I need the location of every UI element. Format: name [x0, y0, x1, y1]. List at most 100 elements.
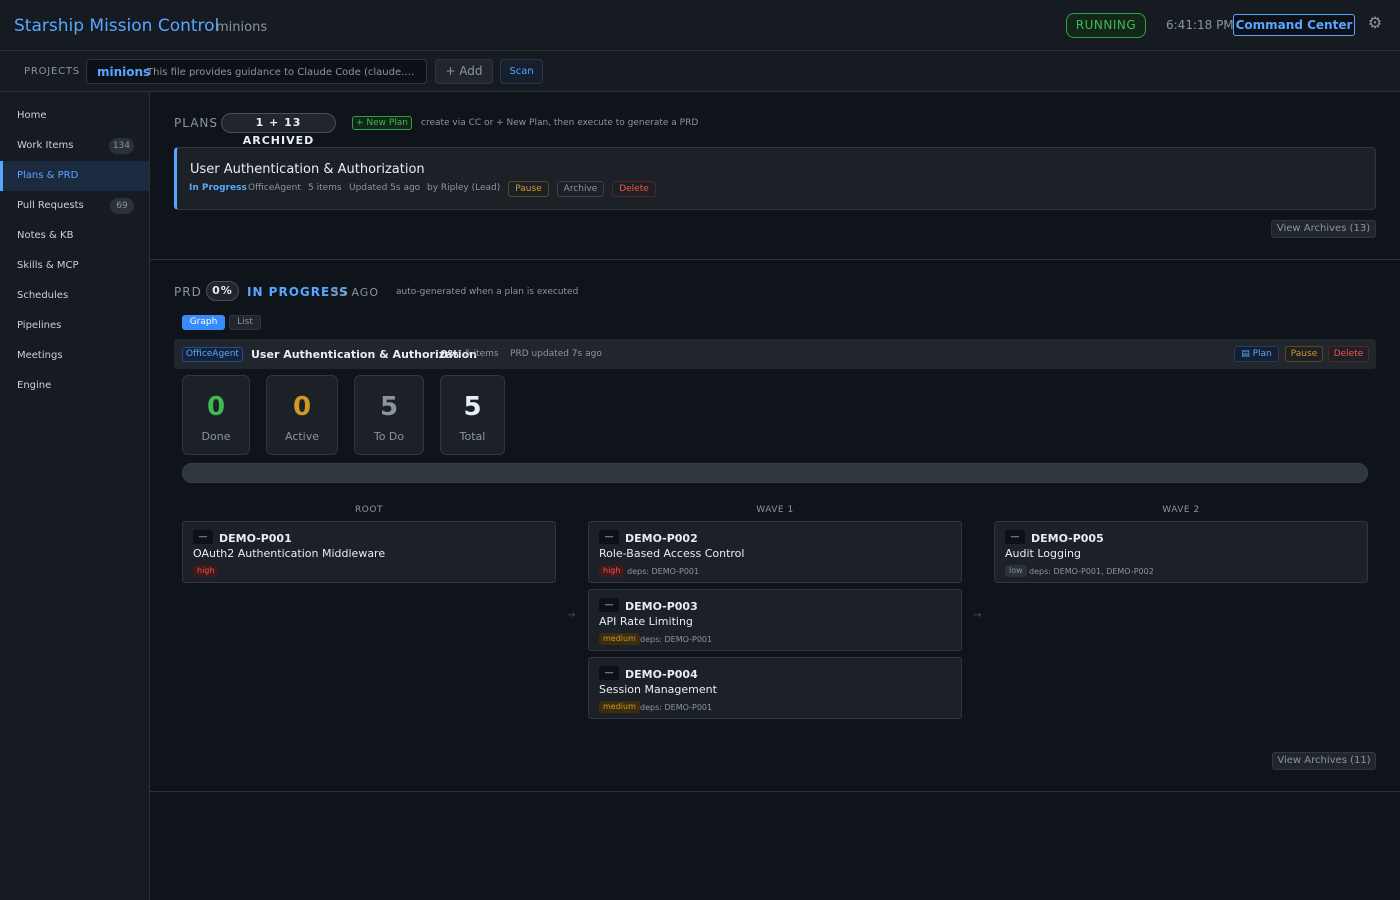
project-chip-description: This file provides guidance to Claude Co… [147, 67, 419, 78]
project-chip-name: minions [97, 65, 151, 79]
sidebar-item-label: Skills & MCP [17, 260, 79, 271]
priority-badge: high [599, 565, 625, 577]
work-item-title: API Rate Limiting [599, 615, 693, 628]
sidebar-item-engine[interactable]: Engine [0, 371, 149, 401]
stat-value: 5 [379, 392, 399, 422]
status-toggle-icon[interactable]: — [193, 530, 213, 544]
wave-label-wave-1: WAVE 1 [756, 505, 794, 515]
sidebar-item-pull-requests[interactable]: Pull Requests 69 [0, 191, 149, 221]
work-item-card[interactable]: — DEMO-P004 Session Management medium de… [588, 657, 962, 719]
stat-label: To Do [373, 430, 405, 443]
arrow-icon: → [973, 610, 982, 621]
project-chip[interactable]: minions This file provides guidance to C… [86, 59, 427, 84]
work-item-deps: deps: DEMO-P001 [627, 567, 700, 576]
sidebar-item-label: Pull Requests [17, 200, 84, 211]
status-toggle-icon[interactable]: — [599, 666, 619, 680]
priority-badge: medium [599, 633, 640, 645]
prd-agent-tag: OfficeAgent [182, 347, 243, 362]
plan-agent: OfficeAgent [248, 183, 301, 193]
plan-title: User Authentication & Authorization [190, 162, 425, 177]
gear-icon[interactable]: ⚙ [1366, 14, 1384, 32]
sidebar-item-pipelines[interactable]: Pipelines [0, 311, 149, 341]
work-item-title: Role-Based Access Control [599, 547, 745, 560]
prd-bar-percent: 0% [440, 348, 459, 361]
priority-badge: low [1005, 565, 1027, 577]
work-item-card[interactable]: — DEMO-P002 Role-Based Access Control hi… [588, 521, 962, 583]
prd-delete-button[interactable]: Delete [1328, 346, 1369, 362]
work-item-deps: deps: DEMO-P001 [640, 703, 713, 712]
status-toggle-icon[interactable]: — [1005, 530, 1025, 544]
engine-status-badge: RUNNING [1066, 13, 1146, 38]
sidebar-item-label: Plans & PRD [17, 170, 79, 181]
status-toggle-icon[interactable]: — [599, 598, 619, 612]
clock: 6:41:18 PM [1166, 18, 1234, 32]
sidebar-item-label: Work Items [17, 140, 74, 151]
sidebar-item-label: Home [17, 110, 47, 121]
stat-total: 5 Total [440, 375, 505, 455]
section-divider [150, 259, 1400, 260]
work-item-deps: deps: DEMO-P001, DEMO-P002 [1029, 567, 1154, 576]
sidebar-item-notes-kb[interactable]: Notes & KB [0, 221, 149, 251]
work-item-id: DEMO-P004 [625, 668, 698, 681]
plans-section-label: PLANS [174, 116, 218, 130]
work-item-card[interactable]: — DEMO-P003 API Rate Limiting medium dep… [588, 589, 962, 651]
prd-pause-button[interactable]: Pause [1285, 346, 1323, 362]
sidebar: Home Work Items 134 Plans & PRD Pull Req… [0, 92, 150, 900]
sidebar-item-work-items[interactable]: Work Items 134 [0, 131, 149, 161]
plan-owner: by Ripley (Lead) [427, 183, 501, 193]
app-title[interactable]: Starship Mission Control [14, 16, 219, 36]
sidebar-item-label: Engine [17, 380, 52, 391]
work-item-id: DEMO-P002 [625, 532, 698, 545]
work-item-card[interactable]: — DEMO-P005 Audit Logging low deps: DEMO… [994, 521, 1368, 583]
work-item-id: DEMO-P005 [1031, 532, 1104, 545]
sidebar-item-label: Notes & KB [17, 230, 74, 241]
work-item-id: DEMO-P001 [219, 532, 292, 545]
priority-badge: high [193, 565, 219, 577]
work-item-card[interactable]: — DEMO-P001 OAuth2 Authentication Middle… [182, 521, 556, 583]
work-item-title: OAuth2 Authentication Middleware [193, 547, 386, 560]
add-project-button[interactable]: + Add [435, 59, 493, 84]
work-item-title: Session Management [599, 683, 717, 696]
stat-value: 0 [206, 392, 226, 422]
work-item-id: DEMO-P003 [625, 600, 698, 613]
plans-hint: create via CC or + New Plan, then execut… [421, 118, 699, 128]
sidebar-item-label: Schedules [17, 290, 69, 301]
stat-label: Active [284, 430, 320, 443]
stat-todo: 5 To Do [354, 375, 424, 455]
projects-bar: PROJECTS minions This file provides guid… [0, 51, 1400, 92]
section-divider [150, 791, 1400, 792]
prd-section-label: PRD [174, 285, 202, 299]
tab-list[interactable]: List [229, 315, 261, 330]
sidebar-item-plans-prd[interactable]: Plans & PRD [0, 161, 149, 191]
scan-button[interactable]: Scan [500, 59, 543, 84]
new-plan-button[interactable]: + New Plan [352, 116, 412, 130]
stat-done: 0 Done [182, 375, 250, 455]
projects-label: PROJECTS [24, 66, 80, 77]
sidebar-item-home[interactable]: Home [0, 101, 149, 131]
stat-value: 0 [292, 392, 312, 422]
plans-view-archives-button[interactable]: View Archives (13) [1271, 220, 1376, 238]
command-center-button[interactable]: Command Center [1233, 14, 1355, 36]
prd-header-bar: OfficeAgent User Authentication & Author… [174, 339, 1376, 369]
status-toggle-icon[interactable]: — [599, 530, 619, 544]
pull-requests-count-badge: 69 [110, 198, 134, 214]
plan-card[interactable]: User Authentication & Authorization In P… [174, 147, 1376, 210]
plans-count-pill: 1 + 13 ARCHIVED [221, 113, 336, 147]
sidebar-item-skills-mcp[interactable]: Skills & MCP [0, 251, 149, 281]
stat-active: 0 Active [266, 375, 338, 455]
prd-updated-ago: 3S AGO [331, 286, 379, 299]
plan-delete-button[interactable]: Delete [612, 181, 656, 197]
tab-graph[interactable]: Graph [182, 315, 225, 330]
sidebar-item-label: Meetings [17, 350, 63, 361]
plan-pause-button[interactable]: Pause [508, 181, 549, 197]
sidebar-item-meetings[interactable]: Meetings [0, 341, 149, 371]
plan-archive-button[interactable]: Archive [557, 181, 604, 197]
prd-view-archives-button[interactable]: View Archives (11) [1272, 752, 1376, 770]
prd-plan-button[interactable]: ▤ Plan [1234, 346, 1279, 362]
top-bar: Starship Mission Control minions RUNNING… [0, 0, 1400, 51]
plan-status: In Progress [189, 183, 247, 193]
prd-percent-pill: 0% [206, 281, 239, 301]
sidebar-item-schedules[interactable]: Schedules [0, 281, 149, 311]
prd-meta: 5 items PRD updated 7s ago [465, 349, 602, 359]
work-items-count-badge: 134 [108, 138, 134, 154]
